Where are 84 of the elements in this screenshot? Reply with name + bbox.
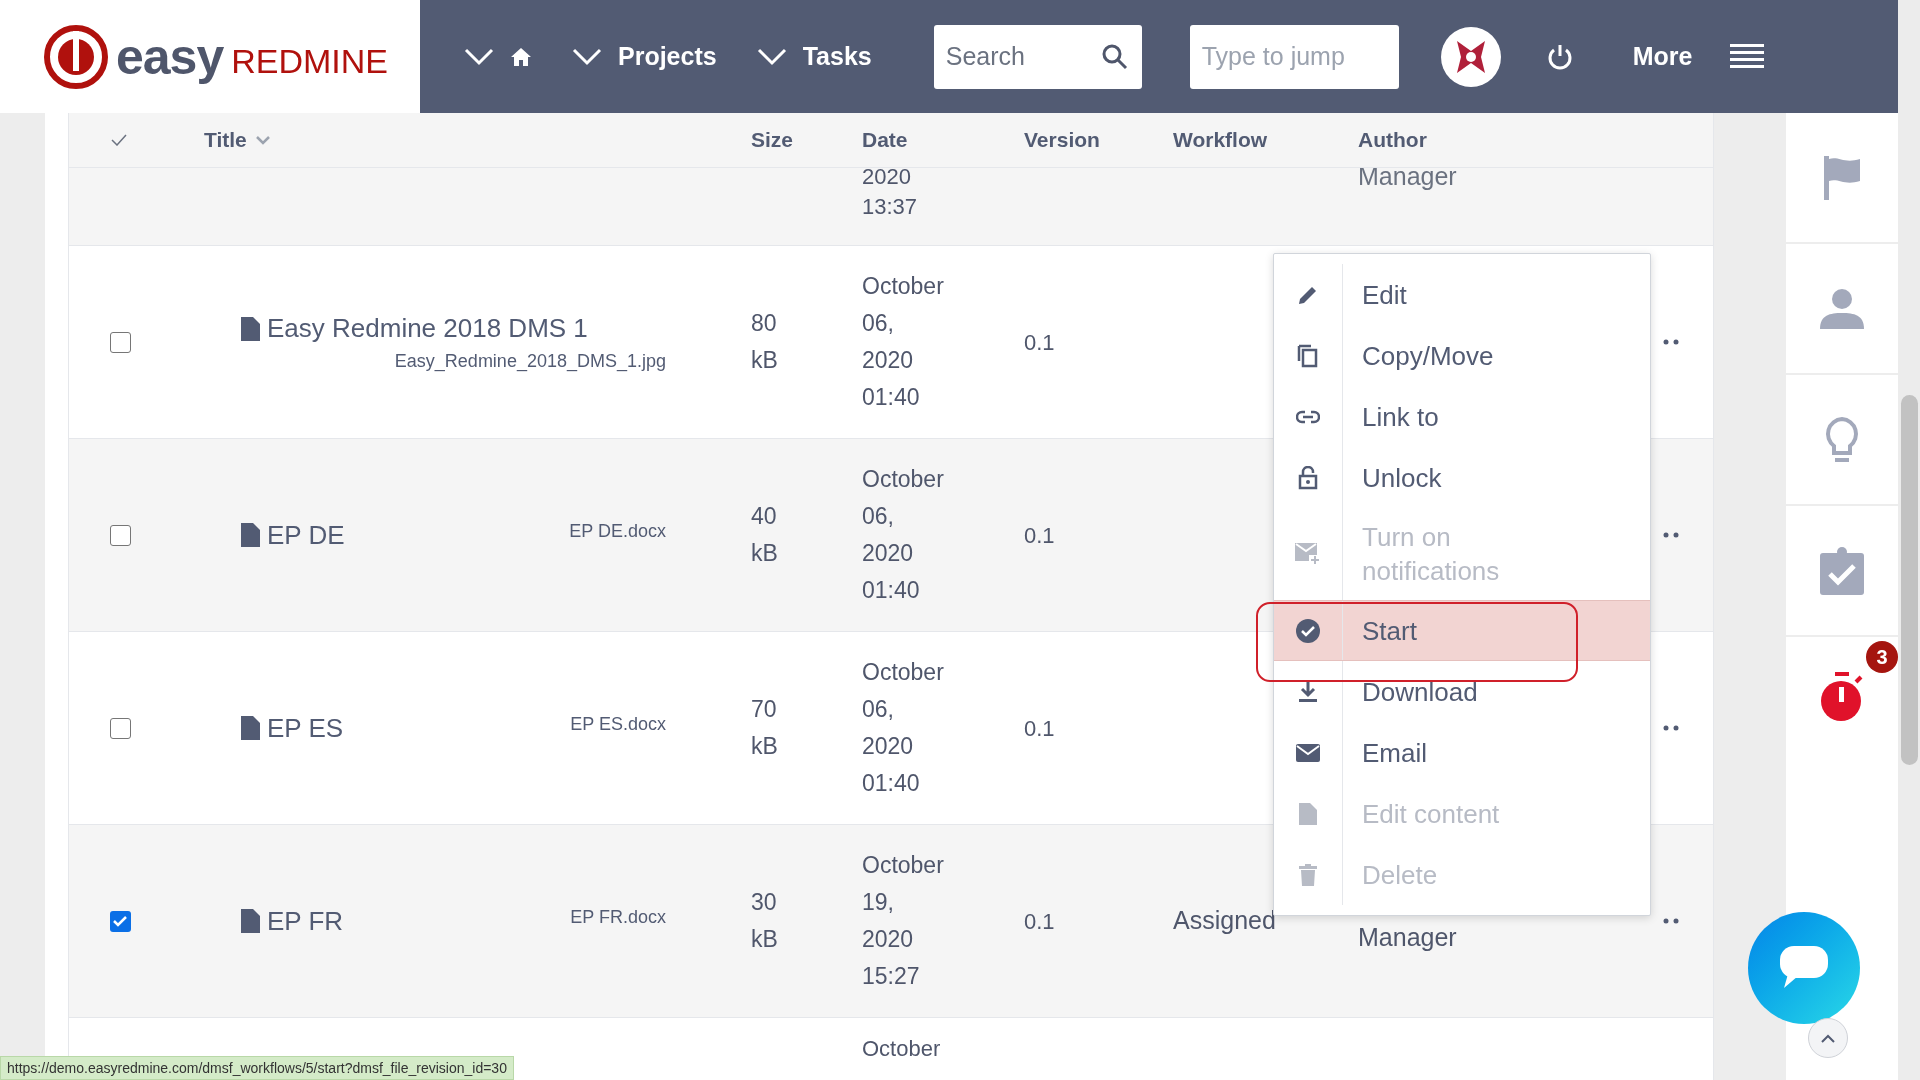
version-cell: 0.1 xyxy=(1024,908,1055,934)
menu-item[interactable]: Start xyxy=(1274,600,1650,661)
link-icon xyxy=(1296,409,1320,424)
nav-link[interactable]: Tasks xyxy=(802,37,872,76)
menu-item[interactable]: Download xyxy=(1274,661,1650,722)
size-cell-text: 40 kB xyxy=(751,502,779,568)
menu-icon[interactable] xyxy=(1730,43,1765,70)
file-name: EP ES.docx xyxy=(570,712,666,736)
logo-text: easy xyxy=(116,31,224,82)
download-icon xyxy=(1298,680,1318,703)
search-field[interactable]: Search xyxy=(933,24,1142,89)
column-header[interactable]: Workflow xyxy=(1173,124,1268,156)
size-cell-text: 70 kB xyxy=(751,695,779,761)
menu-item[interactable]: Edit xyxy=(1274,264,1650,325)
author-cell-text: Manager xyxy=(1358,922,1457,954)
menu-item[interactable]: Email xyxy=(1274,722,1650,783)
date-cell-text: October 19, 2020 15:27 xyxy=(862,851,945,991)
file-title-link[interactable]: EP ES xyxy=(267,708,344,748)
chevron-up-icon xyxy=(1821,1033,1835,1043)
menu-item[interactable]: Link to xyxy=(1274,386,1650,447)
padlock-icon xyxy=(1298,465,1318,490)
date-cell-text: October 06, 2020 01:40 xyxy=(862,658,945,798)
file-title-link[interactable]: Easy Redmine 2018 DMS 1 xyxy=(267,309,588,348)
chevron-down-icon[interactable] xyxy=(464,47,494,66)
more-link[interactable]: More xyxy=(1632,37,1693,76)
home-icon[interactable] xyxy=(510,46,532,67)
check-circle-icon xyxy=(1296,618,1320,643)
size-cell-text: 80 kB xyxy=(751,309,779,375)
version-cell: 0.1 xyxy=(1024,329,1055,355)
date-cell: October xyxy=(862,1036,941,1061)
more-icon[interactable] xyxy=(1663,339,1679,345)
date-cell-text: October 06, 2020 01:40 xyxy=(862,272,945,412)
size-cell-text: 30 kB xyxy=(751,888,779,954)
row-checkbox[interactable] xyxy=(109,524,131,546)
file-name: EP DE.docx xyxy=(569,519,666,543)
jump-field[interactable]: Type to jump xyxy=(1189,24,1399,89)
file-icon xyxy=(241,523,260,547)
column-header[interactable]: Size xyxy=(751,124,794,156)
more-icon[interactable] xyxy=(1663,725,1679,731)
status-url: https://demo.easyredmine.com/dmsf_workflows/5/start?dmsf_file_revision_id=30 xyxy=(0,1056,514,1080)
menu-item[interactable]: Copy/Move xyxy=(1274,325,1650,386)
copy-icon xyxy=(1297,343,1319,368)
check-icon xyxy=(113,915,127,927)
author-cell: Manager xyxy=(1358,168,1457,190)
file-icon xyxy=(1299,802,1317,825)
file-icon xyxy=(241,716,260,740)
column-header[interactable]: Date xyxy=(862,124,908,156)
workflow-cell: Assigned xyxy=(1173,906,1276,935)
file-name: Easy_Redmine_2018_DMS_1.jpg xyxy=(394,350,666,374)
row-checkbox[interactable] xyxy=(109,717,131,739)
mail-icon xyxy=(1296,743,1320,762)
logo-text: REDMINE xyxy=(231,43,389,78)
scrollbar-thumb[interactable] xyxy=(1901,395,1918,765)
search-icon[interactable] xyxy=(1101,43,1128,70)
trash-icon xyxy=(1299,863,1317,886)
file-icon xyxy=(241,909,260,933)
column-header[interactable]: Version xyxy=(1024,124,1100,156)
file-name: EP FR.docx xyxy=(570,905,666,929)
nav-link[interactable]: Projects xyxy=(618,37,717,76)
chevron-down-icon[interactable] xyxy=(572,47,602,66)
logo-icon xyxy=(44,24,108,89)
speech-bubble-icon xyxy=(1780,946,1828,990)
chevron-down-icon[interactable] xyxy=(756,47,787,66)
check-icon[interactable] xyxy=(111,134,127,146)
row-checkbox[interactable] xyxy=(109,331,131,353)
clipboard-check-icon[interactable] xyxy=(1820,546,1864,595)
more-icon[interactable] xyxy=(1663,532,1679,538)
more-icon[interactable] xyxy=(1663,918,1679,924)
version-cell: 0.1 xyxy=(1024,715,1055,741)
mail-plus-icon xyxy=(1295,543,1321,565)
row-checkbox[interactable] xyxy=(109,910,131,932)
column-header[interactable]: Author xyxy=(1358,124,1427,156)
column-header[interactable]: Title xyxy=(204,124,247,156)
file-title-link[interactable]: EP DE xyxy=(267,515,345,555)
version-cell: 0.1 xyxy=(1024,522,1055,548)
date-cell-text: October 06, 2020 01:40 xyxy=(862,465,945,605)
file-icon xyxy=(241,316,260,341)
notification-badge: 3 xyxy=(1866,641,1898,673)
date-cell-text: 2020 13:37 xyxy=(862,168,919,221)
menu-item[interactable]: Unlock xyxy=(1274,447,1650,508)
file-title-link[interactable]: EP FR xyxy=(267,901,344,941)
stopwatch-icon[interactable] xyxy=(1819,672,1865,722)
power-icon[interactable] xyxy=(1546,42,1573,71)
avatar-icon[interactable] xyxy=(1440,26,1501,87)
